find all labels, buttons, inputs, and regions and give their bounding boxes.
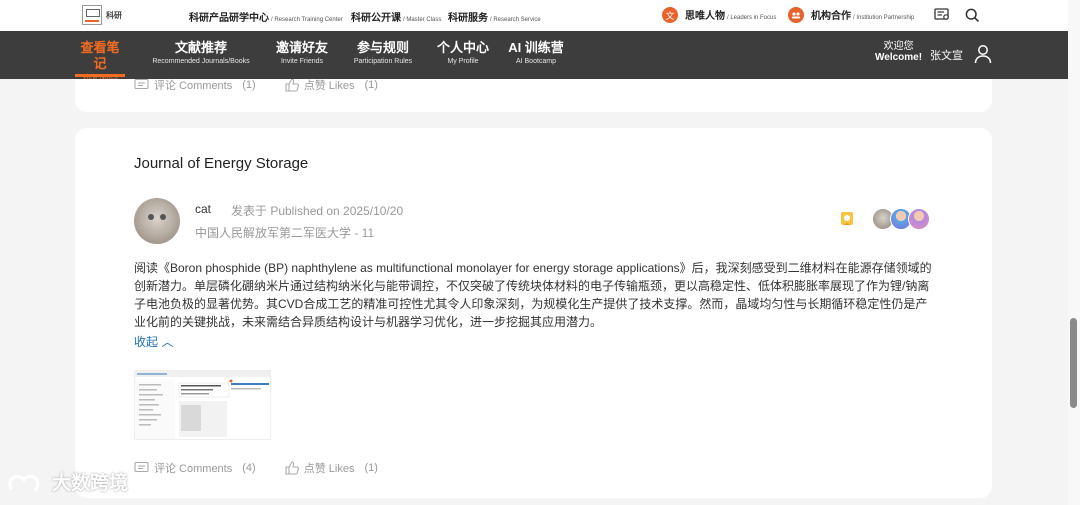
scrollbar-thumb[interactable] [1070, 318, 1077, 408]
search-icon[interactable] [965, 8, 980, 28]
likes-button[interactable]: 点赞 Likes (1) [284, 77, 378, 93]
certificate-icon[interactable] [934, 8, 950, 27]
document-preview-image [135, 371, 270, 439]
published-date: 发表于 Published on 2025/10/20 [231, 204, 404, 218]
link-leaders-in-focus[interactable]: 文 思唯人物 / Leaders in Focus [662, 7, 776, 23]
link-master-class[interactable]: 科研公开课 / Master Class [351, 9, 441, 24]
site-logo[interactable]: 科研 [82, 5, 122, 25]
link-research-service[interactable]: 科研服务 / Research Service [448, 9, 541, 24]
link-research-training-center[interactable]: 科研产品研学中心 / Research Training Center [189, 9, 343, 24]
welcome-text: 欢迎您 Welcome! [875, 41, 923, 63]
link-institution-partnership[interactable]: 机构合作 / Institution Partnership [788, 7, 914, 23]
author-name[interactable]: cat [195, 202, 211, 216]
attachment-thumbnail[interactable] [134, 370, 271, 440]
user-icon[interactable] [974, 44, 992, 64]
collapse-button[interactable]: 收起 ︿ [134, 333, 173, 350]
medal-icon [841, 212, 853, 225]
comments-button[interactable]: 评论 Comments (4) [134, 460, 256, 476]
journal-title[interactable]: Journal of Energy Storage [134, 155, 308, 172]
comment-icon [134, 78, 149, 90]
previous-post-actions: 评论 Comments (1) 点赞 Likes (1) [134, 77, 378, 93]
active-tab-indicator [75, 74, 125, 77]
post-actions: 评论 Comments (4) 点赞 Likes (1) [134, 460, 378, 476]
comments-button[interactable]: 评论 Comments (1) [134, 77, 256, 93]
author-affiliation: 中国人民解放军第二军医大学 - 11 [195, 226, 375, 240]
comment-icon [134, 461, 149, 473]
nav-my-profile[interactable]: 个人中心 My Profile [433, 40, 493, 65]
likes-button[interactable]: 点赞 Likes (1) [284, 460, 378, 476]
thumbs-up-icon [285, 461, 299, 475]
scrollbar-track[interactable] [1068, 0, 1080, 505]
thumbs-up-icon [285, 78, 299, 92]
liker-badges [840, 208, 930, 230]
watermark-logo-icon [8, 474, 40, 491]
username[interactable]: 张文宣 [930, 47, 963, 63]
logo-text: 科研 [106, 10, 122, 20]
nav-participation-rules[interactable]: 参与规则 Participation Rules [348, 40, 418, 65]
post-body: 阅读《Boron phosphide (BP) naphthylene as m… [134, 261, 932, 329]
author-avatar[interactable] [134, 198, 180, 244]
leaders-icon: 文 [662, 7, 678, 23]
liker-avatar[interactable] [908, 208, 930, 230]
partnership-icon [788, 7, 804, 23]
top-header: 科研 科研产品研学中心 / Research Training Center 科… [0, 0, 1080, 31]
logo-icon [82, 5, 102, 25]
nav-ai-bootcamp[interactable]: AI 训练营 AI Bootcamp [506, 40, 566, 65]
nav-recommended-journals[interactable]: 文献推荐 Recommended Journals/Books [144, 40, 258, 65]
nav-invite-friends[interactable]: 邀请好友 Invite Friends [272, 40, 332, 65]
watermark: 大数跨境 [8, 468, 128, 495]
